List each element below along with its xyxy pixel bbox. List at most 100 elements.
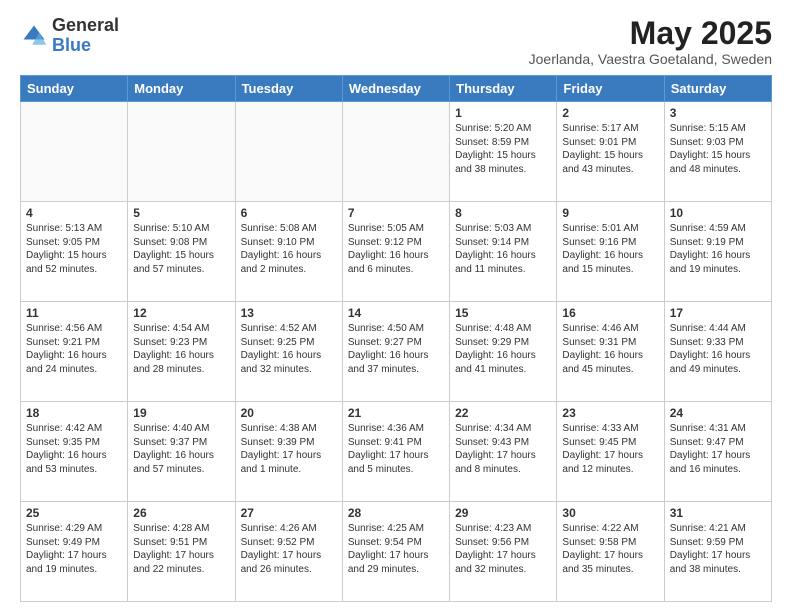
day-number: 2 — [562, 106, 658, 120]
day-info: Sunrise: 4:36 AM Sunset: 9:41 PM Dayligh… — [348, 422, 444, 476]
day-info: Sunrise: 5:08 AM Sunset: 9:10 PM Dayligh… — [241, 222, 337, 276]
col-saturday: Saturday — [664, 76, 771, 102]
day-number: 7 — [348, 206, 444, 220]
day-cell-2-2: 13 Sunrise: 4:52 AM Sunset: 9:25 PM Dayli… — [235, 302, 342, 402]
day-info: Sunrise: 4:28 AM Sunset: 9:51 PM Dayligh… — [133, 522, 229, 576]
col-thursday: Thursday — [450, 76, 557, 102]
day-info: Sunrise: 5:05 AM Sunset: 9:12 PM Dayligh… — [348, 222, 444, 276]
day-cell-4-3: 28Sunrise: 4:25 AM Sunset: 9:54 PM Dayli… — [342, 502, 449, 602]
day-info: Sunrise: 4:56 AM Sunset: 9:21 PM Dayligh… — [26, 322, 122, 376]
day-cell-4-0: 25 Sunrise: 4:29 AM Sunset: 9:49 PM Dayli… — [21, 502, 128, 602]
day-cell-0-3 — [342, 102, 449, 202]
day-info: Sunrise: 4:44 AM Sunset: 9:33 PM Dayligh… — [670, 322, 766, 376]
day-cell-4-2: 27 Sunrise: 4:26 AM Sunset: 9:52 PM Dayli… — [235, 502, 342, 602]
location: Joerlanda, Vaestra Goetaland, Sweden — [529, 51, 772, 67]
day-info: Sunrise: 4:29 AM Sunset: 9:49 PM Dayligh… — [26, 522, 122, 576]
day-number: 10 — [670, 206, 766, 220]
day-cell-3-2: 20Sunrise: 4:38 AM Sunset: 9:39 PM Dayli… — [235, 402, 342, 502]
logo: General Blue — [20, 16, 119, 56]
day-info: Sunrise: 4:42 AM Sunset: 9:35 PM Dayligh… — [26, 422, 122, 476]
day-number: 20 — [241, 406, 337, 420]
day-number: 4 — [26, 206, 122, 220]
week-row-4: 18 Sunrise: 4:42 AM Sunset: 9:35 PM Dayli… — [21, 402, 772, 502]
day-info: Sunrise: 5:01 AM Sunset: 9:16 PM Dayligh… — [562, 222, 658, 276]
day-cell-1-0: 4 Sunrise: 5:13 AM Sunset: 9:05 PM Daylig… — [21, 202, 128, 302]
day-number: 14 — [348, 306, 444, 320]
day-cell-1-5: 9 Sunrise: 5:01 AM Sunset: 9:16 PM Daylig… — [557, 202, 664, 302]
logo-general: General — [52, 15, 119, 35]
day-number: 5 — [133, 206, 229, 220]
day-info: Sunrise: 4:23 AM Sunset: 9:56 PM Dayligh… — [455, 522, 551, 576]
day-number: 21 — [348, 406, 444, 420]
day-info: Sunrise: 5:20 AM Sunset: 8:59 PM Dayligh… — [455, 122, 551, 176]
day-number: 13 — [241, 306, 337, 320]
day-cell-2-1: 12Sunrise: 4:54 AM Sunset: 9:23 PM Dayli… — [128, 302, 235, 402]
day-info: Sunrise: 4:40 AM Sunset: 9:37 PM Dayligh… — [133, 422, 229, 476]
day-cell-3-0: 18 Sunrise: 4:42 AM Sunset: 9:35 PM Dayli… — [21, 402, 128, 502]
day-cell-2-5: 16Sunrise: 4:46 AM Sunset: 9:31 PM Dayli… — [557, 302, 664, 402]
day-number: 15 — [455, 306, 551, 320]
title-area: May 2025 Joerlanda, Vaestra Goetaland, S… — [529, 16, 772, 67]
day-info: Sunrise: 4:52 AM Sunset: 9:25 PM Dayligh… — [241, 322, 337, 376]
day-number: 6 — [241, 206, 337, 220]
day-info: Sunrise: 4:34 AM Sunset: 9:43 PM Dayligh… — [455, 422, 551, 476]
day-number: 16 — [562, 306, 658, 320]
day-cell-4-4: 29 Sunrise: 4:23 AM Sunset: 9:56 PM Dayli… — [450, 502, 557, 602]
day-cell-1-3: 7 Sunrise: 5:05 AM Sunset: 9:12 PM Daylig… — [342, 202, 449, 302]
day-info: Sunrise: 4:26 AM Sunset: 9:52 PM Dayligh… — [241, 522, 337, 576]
logo-blue: Blue — [52, 35, 91, 55]
day-cell-2-6: 17 Sunrise: 4:44 AM Sunset: 9:33 PM Dayli… — [664, 302, 771, 402]
day-cell-0-4: 1 Sunrise: 5:20 AM Sunset: 8:59 PM Daylig… — [450, 102, 557, 202]
calendar-header-row: Sunday Monday Tuesday Wednesday Thursday… — [21, 76, 772, 102]
day-number: 8 — [455, 206, 551, 220]
day-info: Sunrise: 4:21 AM Sunset: 9:59 PM Dayligh… — [670, 522, 766, 576]
day-cell-1-6: 10Sunrise: 4:59 AM Sunset: 9:19 PM Dayli… — [664, 202, 771, 302]
week-row-5: 25 Sunrise: 4:29 AM Sunset: 9:49 PM Dayli… — [21, 502, 772, 602]
day-cell-1-1: 5 Sunrise: 5:10 AM Sunset: 9:08 PM Daylig… — [128, 202, 235, 302]
day-number: 1 — [455, 106, 551, 120]
day-number: 27 — [241, 506, 337, 520]
day-cell-3-6: 24Sunrise: 4:31 AM Sunset: 9:47 PM Dayli… — [664, 402, 771, 502]
month-year: May 2025 — [529, 16, 772, 51]
day-number: 12 — [133, 306, 229, 320]
day-number: 29 — [455, 506, 551, 520]
day-info: Sunrise: 5:17 AM Sunset: 9:01 PM Dayligh… — [562, 122, 658, 176]
col-sunday: Sunday — [21, 76, 128, 102]
day-info: Sunrise: 5:03 AM Sunset: 9:14 PM Dayligh… — [455, 222, 551, 276]
day-cell-0-6: 3Sunrise: 5:15 AM Sunset: 9:03 PM Daylig… — [664, 102, 771, 202]
day-info: Sunrise: 4:50 AM Sunset: 9:27 PM Dayligh… — [348, 322, 444, 376]
day-info: Sunrise: 5:10 AM Sunset: 9:08 PM Dayligh… — [133, 222, 229, 276]
day-info: Sunrise: 4:22 AM Sunset: 9:58 PM Dayligh… — [562, 522, 658, 576]
day-cell-1-4: 8 Sunrise: 5:03 AM Sunset: 9:14 PM Daylig… — [450, 202, 557, 302]
day-cell-1-2: 6 Sunrise: 5:08 AM Sunset: 9:10 PM Daylig… — [235, 202, 342, 302]
day-cell-4-1: 26Sunrise: 4:28 AM Sunset: 9:51 PM Dayli… — [128, 502, 235, 602]
day-number: 18 — [26, 406, 122, 420]
day-cell-3-4: 22Sunrise: 4:34 AM Sunset: 9:43 PM Dayli… — [450, 402, 557, 502]
day-cell-0-2 — [235, 102, 342, 202]
day-number: 19 — [133, 406, 229, 420]
day-number: 9 — [562, 206, 658, 220]
day-info: Sunrise: 4:48 AM Sunset: 9:29 PM Dayligh… — [455, 322, 551, 376]
logo-text: General Blue — [52, 16, 119, 56]
col-monday: Monday — [128, 76, 235, 102]
day-cell-4-6: 31Sunrise: 4:21 AM Sunset: 9:59 PM Dayli… — [664, 502, 771, 602]
day-number: 17 — [670, 306, 766, 320]
day-number: 11 — [26, 306, 122, 320]
col-wednesday: Wednesday — [342, 76, 449, 102]
col-tuesday: Tuesday — [235, 76, 342, 102]
day-cell-0-5: 2 Sunrise: 5:17 AM Sunset: 9:01 PM Daylig… — [557, 102, 664, 202]
day-cell-2-3: 14 Sunrise: 4:50 AM Sunset: 9:27 PM Dayli… — [342, 302, 449, 402]
page: General Blue May 2025 Joerlanda, Vaestra… — [0, 0, 792, 612]
header: General Blue May 2025 Joerlanda, Vaestra… — [20, 16, 772, 67]
day-info: Sunrise: 4:33 AM Sunset: 9:45 PM Dayligh… — [562, 422, 658, 476]
week-row-3: 11 Sunrise: 4:56 AM Sunset: 9:21 PM Dayli… — [21, 302, 772, 402]
day-number: 30 — [562, 506, 658, 520]
day-number: 24 — [670, 406, 766, 420]
day-number: 28 — [348, 506, 444, 520]
day-cell-3-1: 19 Sunrise: 4:40 AM Sunset: 9:37 PM Dayli… — [128, 402, 235, 502]
day-info: Sunrise: 5:13 AM Sunset: 9:05 PM Dayligh… — [26, 222, 122, 276]
day-number: 25 — [26, 506, 122, 520]
day-cell-2-4: 15 Sunrise: 4:48 AM Sunset: 9:29 PM Dayli… — [450, 302, 557, 402]
day-cell-2-0: 11 Sunrise: 4:56 AM Sunset: 9:21 PM Dayli… — [21, 302, 128, 402]
day-cell-3-3: 21 Sunrise: 4:36 AM Sunset: 9:41 PM Dayli… — [342, 402, 449, 502]
